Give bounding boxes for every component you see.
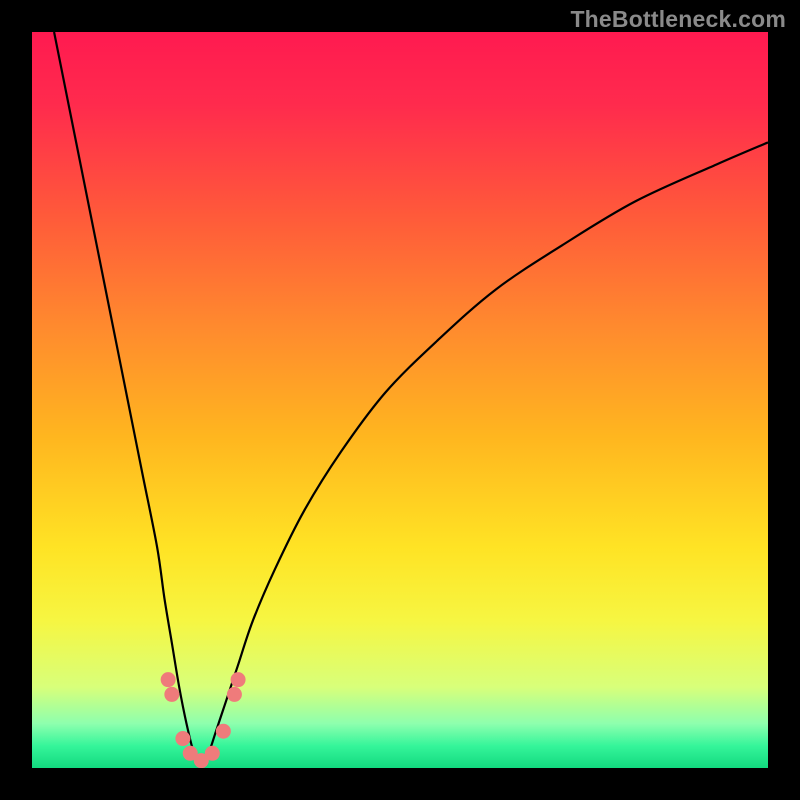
marker-dot: [231, 672, 246, 687]
bottleneck-curve-right: [201, 142, 768, 768]
marker-dot: [216, 724, 231, 739]
curve-layer: [32, 32, 768, 768]
marker-dot: [205, 746, 220, 761]
marker-dot: [164, 687, 179, 702]
bottleneck-curve-left: [54, 32, 201, 768]
marker-dot: [161, 672, 176, 687]
chart-frame: TheBottleneck.com: [0, 0, 800, 800]
marker-dot: [175, 731, 190, 746]
watermark-text: TheBottleneck.com: [570, 6, 786, 33]
marker-group: [161, 672, 246, 768]
plot-area: [32, 32, 768, 768]
marker-dot: [227, 687, 242, 702]
